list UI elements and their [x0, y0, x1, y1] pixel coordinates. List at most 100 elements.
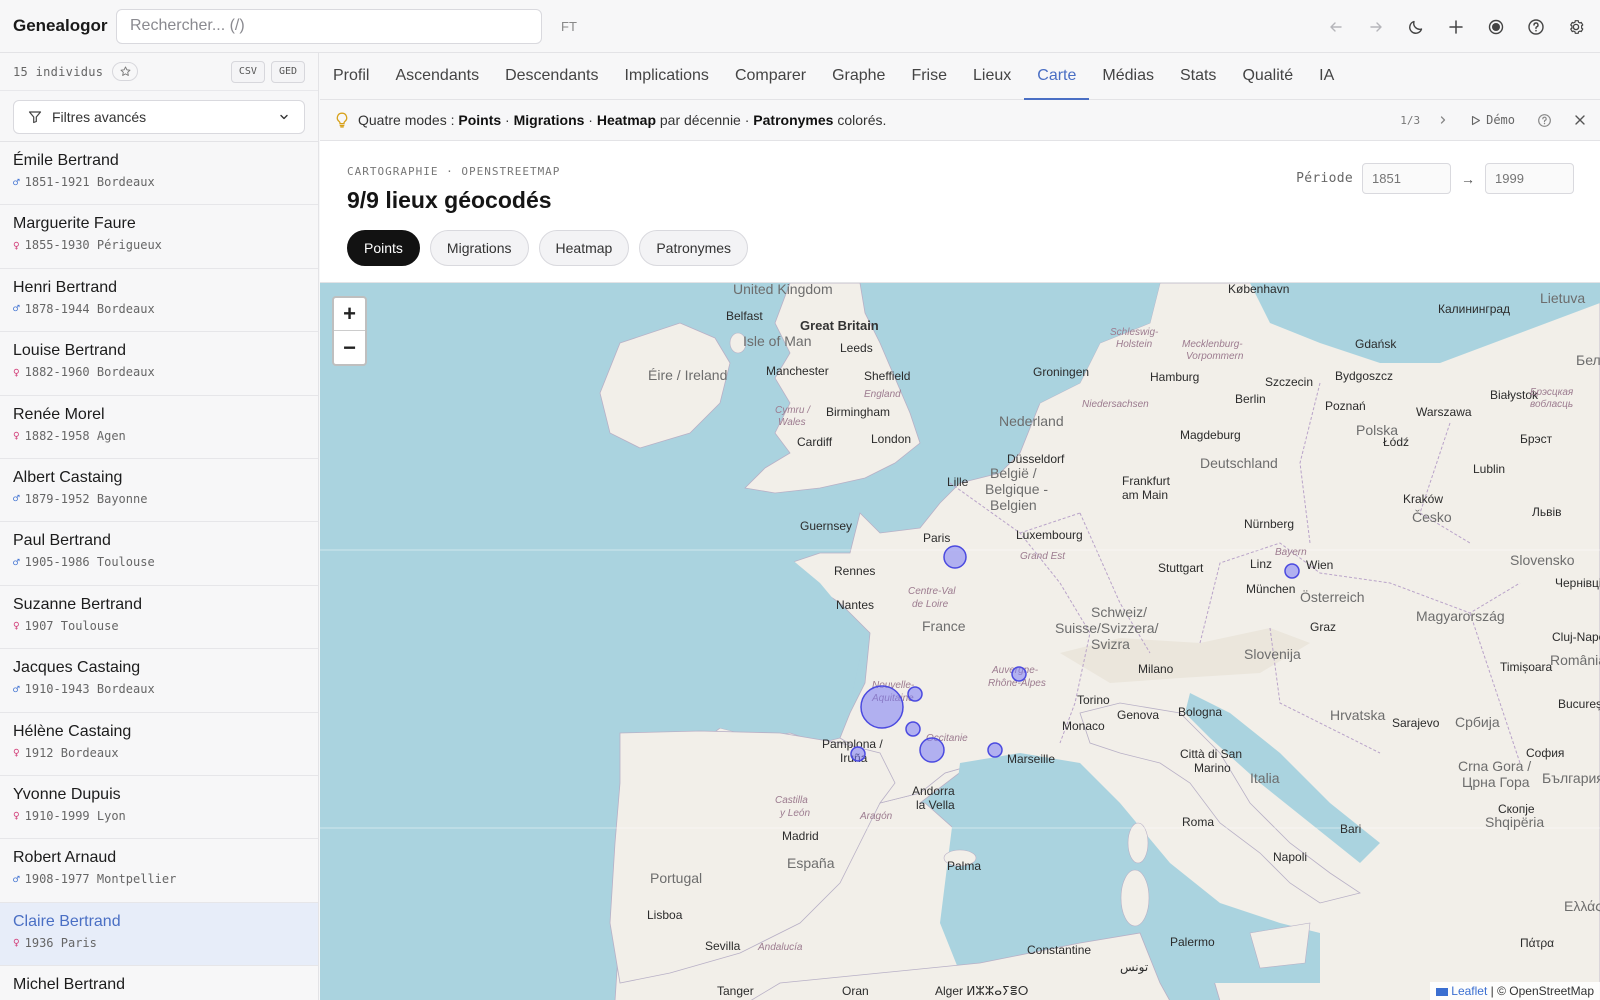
person-list-item[interactable]: Robert Arnaud ♂ 1908-1977 Montpellier: [0, 839, 318, 903]
favorites-star-button[interactable]: [112, 62, 139, 81]
mode-button[interactable]: Heatmap: [538, 230, 630, 266]
help-icon[interactable]: [1537, 113, 1552, 128]
person-list-item[interactable]: Paul Bertrand ♂ 1905-1986 Toulouse: [0, 522, 318, 586]
marker-lyon[interactable]: [1011, 666, 1027, 682]
period-to-input[interactable]: [1485, 163, 1574, 194]
map-tiles[interactable]: United Kingdom Great Britain Éire / Irel…: [320, 283, 1600, 1000]
person-name: Jacques Castaing: [13, 659, 141, 677]
zoom-out-button[interactable]: −: [334, 331, 365, 364]
mode-button[interactable]: Patronymes: [639, 230, 749, 266]
map-label-bydgoszcz: Bydgoszcz: [1335, 369, 1393, 383]
sea-bay-of-biscay: [320, 553, 860, 763]
tab-item[interactable]: Frise: [898, 52, 960, 99]
tab-item[interactable]: Qualité: [1229, 52, 1306, 99]
leaflet-link[interactable]: Leaflet: [1451, 984, 1487, 998]
marker-agen[interactable]: [905, 721, 921, 737]
tab-carte[interactable]: Carte: [1024, 52, 1090, 100]
marker-paris[interactable]: [943, 545, 967, 569]
person-list-item[interactable]: Yvonne Dupuis ♀ 1910-1999 Lyon: [0, 776, 318, 840]
person-list-item[interactable]: Jacques Castaing ♂ 1910-1943 Bordeaux: [0, 649, 318, 713]
person-list-item[interactable]: Michel Bertrand♂: [0, 966, 318, 1000]
tab-item[interactable]: Descendants: [492, 52, 611, 99]
mode-button[interactable]: Points: [347, 230, 420, 266]
marker-toulouse[interactable]: [919, 737, 945, 763]
close-icon[interactable]: [1574, 114, 1586, 126]
map-label-lietuva: Lietuva: [1540, 290, 1585, 306]
back-arrow-icon[interactable]: [1325, 16, 1346, 37]
marker-bordeaux[interactable]: [860, 685, 904, 729]
advanced-filters-dropdown[interactable]: Filtres avancés: [13, 100, 305, 134]
person-name: Albert Castaing: [13, 468, 123, 486]
tab-item[interactable]: Ascendants: [382, 52, 492, 99]
map-label-aragon: Aragón: [859, 811, 893, 822]
person-list-item[interactable]: Louise Bertrand ♀ 1882-1960 Bordeaux: [0, 332, 318, 396]
map-label-bari: Bari: [1340, 822, 1361, 836]
settings-gear-icon[interactable]: [1565, 16, 1586, 37]
person-list-item[interactable]: Émile Bertrand ♂ 1851-1921 Bordeaux: [0, 142, 318, 206]
person-list-item[interactable]: Hélène Castaing ♀ 1912 Bordeaux: [0, 713, 318, 776]
export-ged-button[interactable]: GED: [270, 60, 305, 83]
person-list-item[interactable]: Suzanne Bertrand ♀ 1907 Toulouse: [0, 586, 318, 650]
map-label-osterreich: Österreich: [1300, 588, 1365, 605]
person-dates-place: 1878-1944 Bordeaux: [24, 301, 155, 316]
person-list-item[interactable]: Renée Morel ♀ 1882-1958 Agen: [0, 396, 318, 459]
tab-item[interactable]: Profil: [320, 52, 382, 99]
map-label-bayern: Bayern: [1275, 547, 1307, 558]
female-icon: ♀: [13, 809, 20, 823]
map-label-stuttgart: Stuttgart: [1158, 561, 1204, 575]
map-label-lviv: Львів: [1532, 505, 1562, 519]
moon-icon[interactable]: [1405, 16, 1426, 37]
search-input[interactable]: [116, 8, 542, 44]
tab-item[interactable]: IA: [1306, 52, 1347, 99]
record-icon[interactable]: [1485, 16, 1506, 37]
zoom-in-button[interactable]: +: [334, 298, 365, 331]
chevron-right-icon[interactable]: [1438, 115, 1448, 125]
person-meta: ♀ 1907 Toulouse: [13, 619, 305, 633]
map-label-bresk: Брэсцкая: [1530, 387, 1574, 398]
person-name: Michel Bertrand: [13, 976, 126, 994]
map-label-bucuresti: București: [1558, 697, 1600, 711]
map-label-leeds: Leeds: [840, 341, 873, 355]
person-list-item[interactable]: Albert Castaing ♂ 1879-1952 Bayonne: [0, 459, 318, 523]
plus-icon[interactable]: [1445, 16, 1466, 37]
tip-intro: Quatre modes :: [358, 112, 459, 128]
marker-montpellier[interactable]: [987, 742, 1003, 758]
map-view[interactable]: United Kingdom Great Britain Éire / Irel…: [320, 282, 1600, 1000]
map-attribution: Leaflet | © OpenStreetMap: [1429, 982, 1600, 1000]
marker-wien[interactable]: [1284, 563, 1300, 579]
person-list-item[interactable]: Claire Bertrand ♀ 1936 Paris: [0, 902, 318, 967]
mode-button[interactable]: Migrations: [429, 230, 529, 266]
ft-label[interactable]: FT: [561, 19, 577, 34]
tab-item[interactable]: Médias: [1089, 52, 1167, 99]
sidebar-header: 15 individus CSV GED: [0, 53, 318, 91]
person-list-item[interactable]: Henri Bertrand ♂ 1878-1944 Bordeaux: [0, 269, 318, 333]
tab-item[interactable]: Stats: [1167, 52, 1229, 99]
person-list-item[interactable]: Marguerite Faure ♀ 1855-1930 Périgueux: [0, 205, 318, 269]
tab-item[interactable]: Lieux: [960, 52, 1024, 99]
map-label-isle-of-man: Isle of Man: [743, 333, 811, 349]
map-label-genova: Genova: [1117, 708, 1159, 722]
marker-bayonne[interactable]: [850, 746, 866, 762]
map-label-lille: Lille: [947, 475, 969, 489]
forward-arrow-icon[interactable]: [1365, 16, 1386, 37]
period-from-input[interactable]: [1362, 163, 1451, 194]
person-meta: ♂ 1878-1944 Bordeaux: [13, 302, 305, 316]
map-label-citta: Città di San: [1180, 747, 1242, 761]
person-dates-place: 1912 Bordeaux: [24, 745, 119, 760]
help-icon[interactable]: [1525, 16, 1546, 37]
person-dates-place: 1855-1930 Périgueux: [24, 238, 162, 253]
map-mode-switch: Points Migrations Heatmap Patronymes: [347, 230, 1574, 266]
export-csv-button[interactable]: CSV: [230, 60, 265, 83]
individual-count: 15 individus: [13, 64, 104, 79]
lightbulb-icon: [335, 112, 349, 128]
tab-item[interactable]: Comparer: [722, 52, 819, 99]
demo-button[interactable]: Démo: [1470, 113, 1515, 127]
tab-item[interactable]: Graphe: [819, 52, 898, 99]
marker-perigueux[interactable]: [907, 686, 923, 702]
tab-item[interactable]: Implications: [611, 52, 721, 99]
map-label-sofia: София: [1526, 746, 1564, 760]
tip-mode-migrations: Migrations: [513, 112, 585, 128]
person-name: Paul Bertrand: [13, 532, 111, 550]
tip-end: colorés.: [833, 112, 887, 128]
tip-mode-patronymes: Patronymes: [753, 112, 834, 128]
